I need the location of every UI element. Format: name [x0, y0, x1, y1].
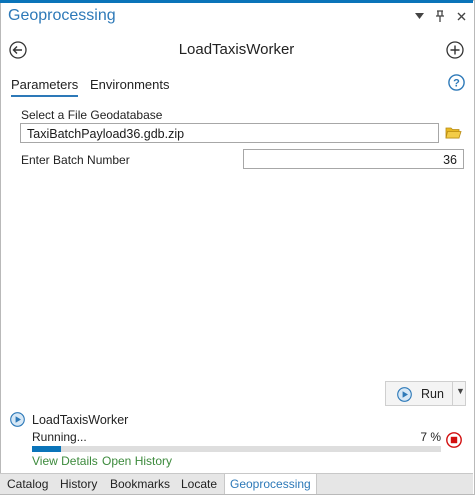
gdb-param-label: Select a File Geodatabase [21, 108, 163, 122]
pane-title: Geoprocessing [8, 7, 116, 24]
tab-environments[interactable]: Environments [90, 77, 169, 92]
dock-tab-bar: Catalog History Bookmarks Locate Geoproc… [0, 473, 473, 494]
run-dropdown-icon[interactable]: ▼ [456, 386, 465, 396]
pane-header: Geoprocessing [0, 3, 473, 30]
run-button[interactable]: Run ▼ [385, 381, 466, 406]
tab-catalog[interactable]: Catalog [2, 474, 53, 494]
svg-text:?: ? [453, 78, 460, 90]
tool-title: LoadTaxisWorker [178, 41, 295, 58]
batch-param-label: Enter Batch Number [21, 153, 130, 167]
job-status: Running... [32, 430, 87, 444]
run-label: Run [421, 387, 444, 401]
tab-locate[interactable]: Locate [176, 474, 222, 494]
tab-geoprocessing[interactable]: Geoprocessing [224, 474, 317, 494]
run-split-divider [452, 382, 453, 405]
tab-history[interactable]: History [55, 474, 102, 494]
stop-icon[interactable] [446, 432, 462, 448]
open-history-link[interactable]: Open History [102, 454, 172, 468]
dropdown-icon[interactable] [413, 9, 425, 23]
view-details-link[interactable]: View Details [32, 454, 98, 468]
tool-tabs: Parameters Environments ? [0, 74, 473, 97]
job-running-icon [10, 412, 25, 427]
tool-nav-bar: LoadTaxisWorker [0, 30, 473, 70]
close-icon[interactable] [455, 9, 467, 23]
gdb-path-input[interactable]: TaxiBatchPayload36.gdb.zip [20, 123, 439, 143]
progress-bar [32, 446, 441, 452]
batch-number-input[interactable]: 36 [243, 149, 464, 169]
tab-bookmarks[interactable]: Bookmarks [105, 474, 175, 494]
tab-parameters[interactable]: Parameters [11, 77, 79, 97]
progress-fill [32, 446, 61, 452]
progress-percent: 7 % [420, 430, 441, 444]
add-icon[interactable] [446, 41, 464, 59]
help-icon[interactable]: ? [448, 74, 465, 91]
run-icon [397, 387, 412, 402]
folder-icon[interactable] [445, 125, 462, 140]
pin-icon[interactable] [434, 9, 446, 23]
job-name: LoadTaxisWorker [32, 413, 129, 427]
